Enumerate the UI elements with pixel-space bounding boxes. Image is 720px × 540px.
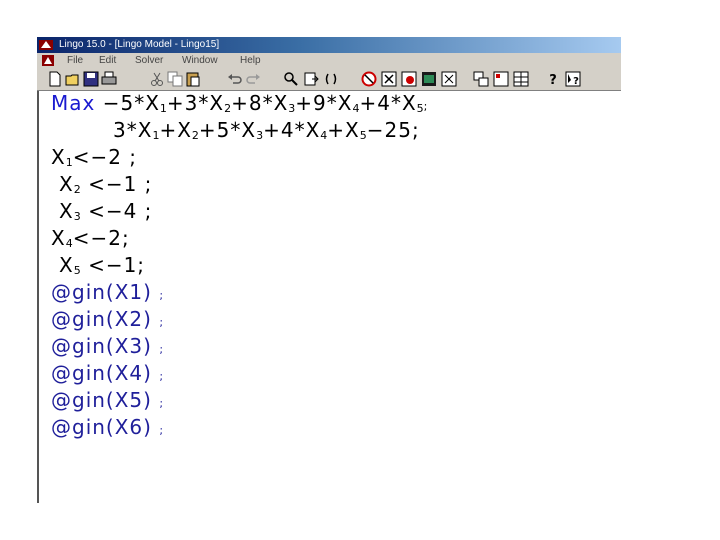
toolbar: ? ?	[37, 68, 621, 91]
open-icon[interactable]	[65, 71, 81, 87]
print-icon[interactable]	[101, 71, 117, 87]
gin-line: @gin(X3) ;	[51, 334, 165, 358]
model-editor[interactable]: Max −5*X1+3*X2+8*X3+9*X4+4*X5; 3*X1+X2+5…	[37, 91, 623, 503]
new-icon[interactable]	[47, 71, 63, 87]
lingo-window: Lingo 15.0 - [Lingo Model - Lingo15] Fil…	[37, 37, 623, 503]
find-icon[interactable]	[283, 71, 299, 87]
svg-text:?: ?	[573, 76, 579, 87]
context-help-icon[interactable]: ?	[565, 71, 581, 87]
close-all-icon[interactable]	[421, 71, 437, 87]
undo-icon[interactable]	[227, 71, 243, 87]
match-paren-icon[interactable]	[323, 71, 339, 87]
svg-text:?: ?	[549, 73, 557, 87]
goto-icon[interactable]	[303, 71, 319, 87]
menu-edit[interactable]: Edit	[99, 53, 116, 68]
menu-file[interactable]: File	[67, 53, 83, 68]
redo-icon[interactable]	[245, 71, 261, 87]
max-keyword: Max	[51, 91, 96, 115]
copy-icon[interactable]	[167, 71, 183, 87]
close-solution-icon[interactable]	[381, 71, 397, 87]
gin-line: @gin(X1) ;	[51, 280, 165, 304]
title-bar[interactable]: Lingo 15.0 - [Lingo Model - Lingo15]	[37, 37, 621, 53]
grid-icon[interactable]	[513, 71, 529, 87]
gin-line: @gin(X5) ;	[51, 388, 165, 412]
paste-icon[interactable]	[185, 71, 201, 87]
bound-line: X5 <−1;	[59, 253, 146, 277]
cascade-icon[interactable]	[473, 71, 489, 87]
help-icon[interactable]: ?	[545, 71, 561, 87]
tile-icon[interactable]	[441, 71, 457, 87]
constraint-line: 3*X1+X2+5*X3+4*X4+X5−25;	[113, 118, 420, 142]
cut-icon[interactable]	[149, 71, 165, 87]
menu-window[interactable]: Window	[182, 53, 218, 68]
document-icon[interactable]	[41, 54, 55, 67]
bound-line: X1<−2 ;	[51, 145, 138, 169]
save-icon[interactable]	[83, 71, 99, 87]
gin-line: @gin(X6) ;	[51, 415, 165, 439]
bound-line: X4<−2;	[51, 226, 130, 250]
send-to-back-icon[interactable]	[401, 71, 417, 87]
objective-line: Max −5*X1+3*X2+8*X3+9*X4+4*X5;	[51, 91, 429, 115]
gin-line: @gin(X2) ;	[51, 307, 165, 331]
solve-icon[interactable]	[361, 71, 377, 87]
menu-bar: File Edit Solver Window Help	[37, 53, 621, 68]
window-title: Lingo 15.0 - [Lingo Model - Lingo15]	[59, 39, 220, 50]
lingo-app-icon	[39, 40, 53, 50]
bound-line: X2 <−1 ;	[59, 172, 153, 196]
gin-line: @gin(X4) ;	[51, 361, 165, 385]
menu-solver[interactable]: Solver	[135, 53, 163, 68]
menu-help[interactable]: Help	[240, 53, 261, 68]
arrange-icon[interactable]	[493, 71, 509, 87]
bound-line: X3 <−4 ;	[59, 199, 153, 223]
